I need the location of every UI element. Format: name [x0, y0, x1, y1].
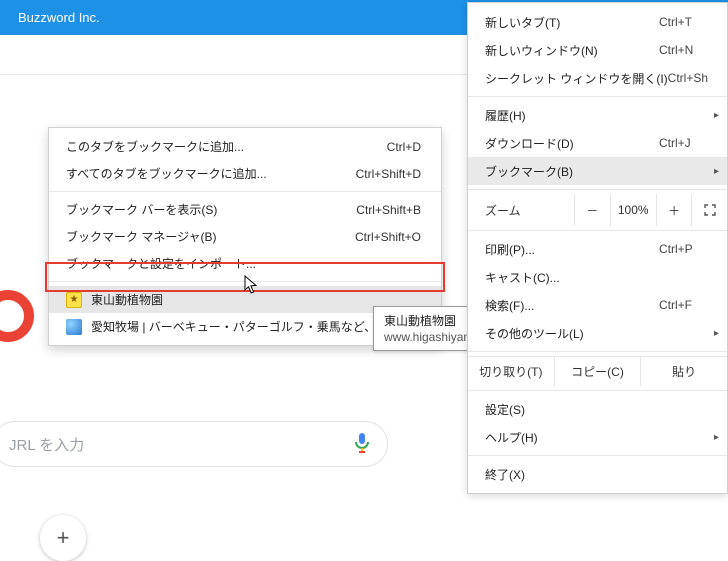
- menu-item-find[interactable]: 検索(F)... Ctrl+F: [468, 291, 727, 319]
- menu-item-paste[interactable]: 貼り: [641, 357, 727, 386]
- menu-item-bookmarks[interactable]: ブックマーク(B): [468, 157, 727, 185]
- menu-item-copy[interactable]: コピー(C): [555, 357, 642, 386]
- menu-item-help[interactable]: ヘルプ(H): [468, 423, 727, 451]
- search-placeholder: JRL を入力: [9, 434, 353, 455]
- menu-item-cut[interactable]: 切り取り(T): [468, 357, 555, 386]
- menu-item-exit[interactable]: 終了(X): [468, 460, 727, 488]
- menu-separator: [468, 390, 727, 391]
- window-title: Buzzword Inc.: [18, 10, 100, 25]
- menu-item-import-bookmarks[interactable]: ブックマークと設定をインポート...: [49, 250, 441, 277]
- menu-item-bookmark-manager[interactable]: ブックマーク マネージャ(B) Ctrl+Shift+O: [49, 223, 441, 250]
- chrome-main-menu: 新しいタブ(T) Ctrl+T 新しいウィンドウ(N) Ctrl+N シークレッ…: [467, 2, 728, 494]
- favicon-higashiyama: ★: [66, 292, 82, 308]
- menu-item-bookmark-this-tab[interactable]: このタブをブックマークに追加... Ctrl+D: [49, 133, 441, 160]
- add-shortcut-button[interactable]: +: [40, 515, 86, 561]
- menu-item-new-window[interactable]: 新しいウィンドウ(N) Ctrl+N: [468, 36, 727, 64]
- mic-icon[interactable]: [353, 431, 371, 458]
- menu-item-history[interactable]: 履歴(H): [468, 101, 727, 129]
- menu-item-incognito[interactable]: シークレット ウィンドウを開く(I) Ctrl+Sh: [468, 64, 727, 92]
- menu-separator: [49, 191, 441, 192]
- menu-item-downloads[interactable]: ダウンロード(D) Ctrl+J: [468, 129, 727, 157]
- menu-separator: [468, 189, 727, 190]
- menu-separator: [468, 230, 727, 231]
- menu-separator: [468, 351, 727, 352]
- fullscreen-button[interactable]: [691, 194, 727, 226]
- menu-item-bookmark-all-tabs[interactable]: すべてのタブをブックマークに追加... Ctrl+Shift+D: [49, 160, 441, 187]
- search-input[interactable]: JRL を入力: [0, 421, 388, 467]
- mouse-cursor-icon: [244, 275, 258, 295]
- menu-item-zoom: ズーム － 100% ＋: [468, 194, 727, 226]
- plus-icon: +: [57, 525, 70, 551]
- menu-separator: [468, 96, 727, 97]
- menu-item-settings[interactable]: 設定(S): [468, 395, 727, 423]
- menu-item-more-tools[interactable]: その他のツール(L): [468, 319, 727, 347]
- favicon-aichi: [66, 319, 82, 335]
- menu-item-new-tab[interactable]: 新しいタブ(T) Ctrl+T: [468, 8, 727, 36]
- menu-edit-row: 切り取り(T) コピー(C) 貼り: [468, 356, 727, 386]
- zoom-percent: 100%: [610, 194, 656, 226]
- menu-item-print[interactable]: 印刷(P)... Ctrl+P: [468, 235, 727, 263]
- zoom-out-button[interactable]: －: [574, 194, 610, 226]
- menu-separator: [468, 455, 727, 456]
- menu-item-cast[interactable]: キャスト(C)...: [468, 263, 727, 291]
- google-logo-fragment: [0, 290, 34, 342]
- zoom-in-button[interactable]: ＋: [656, 194, 692, 226]
- menu-item-show-bookmarks-bar[interactable]: ブックマーク バーを表示(S) Ctrl+Shift+B: [49, 196, 441, 223]
